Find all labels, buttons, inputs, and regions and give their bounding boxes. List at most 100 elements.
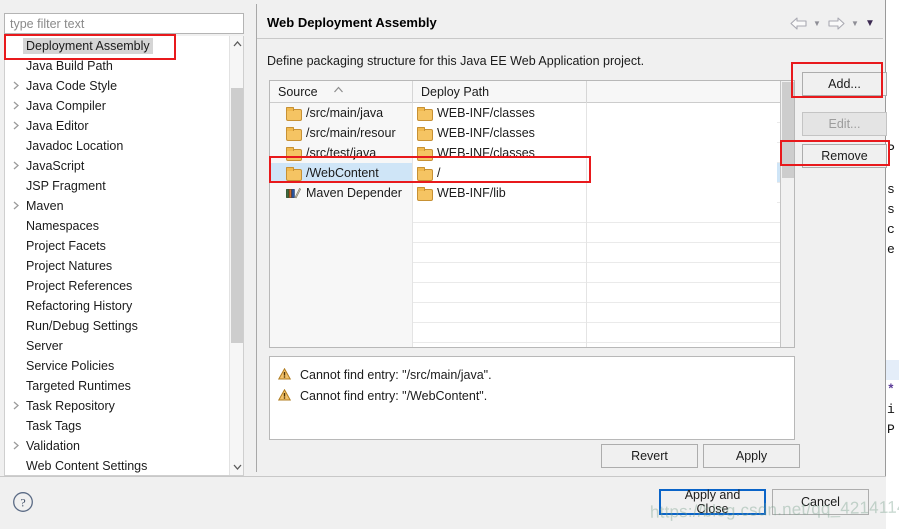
sidebar-item-refactoring-history[interactable]: Refactoring History <box>5 296 231 316</box>
editor-line: s <box>887 182 895 197</box>
sidebar-item-task-repository[interactable]: Task Repository <box>5 396 231 416</box>
folder-icon <box>417 167 433 181</box>
remove-button[interactable]: Remove <box>802 144 887 168</box>
sidebar-item-project-facets[interactable]: Project Facets <box>5 236 231 256</box>
sidebar-item-label: Task Tags <box>26 419 82 433</box>
sidebar-item-jsp-fragment[interactable]: JSP Fragment <box>5 176 231 196</box>
cell-deploy-path <box>413 343 587 347</box>
column-header-source[interactable]: Source <box>270 81 413 103</box>
arrow-back-icon[interactable] <box>788 14 808 32</box>
sidebar-item-service-policies[interactable]: Service Policies <box>5 356 231 376</box>
cell-deploy-path <box>413 303 587 323</box>
table-row-empty[interactable] <box>270 203 794 223</box>
sidebar-item-task-tags[interactable]: Task Tags <box>5 416 231 436</box>
chevron-right-icon[interactable] <box>9 161 23 172</box>
cell-extra <box>587 343 777 347</box>
sidebar-item-label: Validation <box>26 439 80 453</box>
add-button[interactable]: Add... <box>802 72 887 96</box>
sidebar-item-maven[interactable]: Maven <box>5 196 231 216</box>
tree-scrollbar[interactable] <box>229 36 243 475</box>
sidebar-item-java-editor[interactable]: Java Editor <box>5 116 231 136</box>
editor-line: i <box>887 402 895 417</box>
sidebar-item-deployment-assembly[interactable]: Deployment Assembly <box>5 36 231 56</box>
sidebar-item-validation[interactable]: Validation <box>5 436 231 456</box>
cell-extra <box>587 223 777 243</box>
apply-button[interactable]: Apply <box>703 444 800 468</box>
table-row[interactable]: /src/test/java WEB-INF/classes <box>270 143 794 163</box>
editor-line: s <box>887 202 895 217</box>
cell-source-label: /src/main/java <box>306 106 384 120</box>
sidebar-item-java-code-style[interactable]: Java Code Style <box>5 76 231 96</box>
chevron-right-icon[interactable] <box>9 201 23 212</box>
forward-history-caret-down-icon[interactable]: ▼ <box>849 14 861 32</box>
cell-extra <box>587 183 777 203</box>
cell-deploy-path <box>413 243 587 263</box>
deployment-assembly-panel: Web Deployment Assembly ▼ ▼ ▼ Define pac <box>256 4 887 472</box>
chevron-right-icon[interactable] <box>9 441 23 452</box>
cell-deploy-path-label: WEB-INF/lib <box>437 186 506 200</box>
folder-icon <box>417 147 433 161</box>
sidebar-item-java-compiler[interactable]: Java Compiler <box>5 96 231 116</box>
cell-source <box>270 323 413 343</box>
sidebar-item-javadoc-location[interactable]: Javadoc Location <box>5 136 231 156</box>
cell-deploy-path <box>413 203 587 223</box>
filter-input-box[interactable]: type filter text <box>4 13 244 34</box>
column-header-deploy-path[interactable]: Deploy Path <box>413 81 587 103</box>
table-row-empty[interactable] <box>270 323 794 343</box>
table-row-empty[interactable] <box>270 343 794 347</box>
preferences-tree[interactable]: Deployment Assembly Java Build Path Java C… <box>4 36 244 476</box>
editor-line: * <box>887 382 895 397</box>
cell-deploy-path: WEB-INF/classes <box>413 103 587 123</box>
tree-scrollbar-thumb[interactable] <box>231 88 243 343</box>
table-row-empty[interactable] <box>270 263 794 283</box>
revert-button[interactable]: Revert <box>601 444 698 468</box>
table-row[interactable]: Maven Depender WEB-INF/lib <box>270 183 794 203</box>
chevron-right-icon[interactable] <box>9 101 23 112</box>
chevron-right-icon[interactable] <box>9 81 23 92</box>
cell-deploy-path: WEB-INF/classes <box>413 123 587 143</box>
chevron-up-icon[interactable] <box>230 36 243 52</box>
chevron-right-icon[interactable] <box>9 401 23 412</box>
table-scrollbar[interactable] <box>780 81 794 347</box>
sidebar-item-label: Project Natures <box>26 259 113 273</box>
filter-placeholder: type filter text <box>10 16 85 31</box>
sidebar-item-java-build-path[interactable]: Java Build Path <box>5 56 231 76</box>
sidebar-item-label: Run/Debug Settings <box>26 319 138 333</box>
validation-messages: Cannot find entry: "/src/main/java". Can… <box>269 356 795 440</box>
sidebar-item-label: Maven <box>26 199 64 213</box>
sidebar-item-javascript[interactable]: JavaScript <box>5 156 231 176</box>
table-row-empty[interactable] <box>270 303 794 323</box>
sidebar-item-run-debug-settings[interactable]: Run/Debug Settings <box>5 316 231 336</box>
cell-deploy-path-label: WEB-INF/classes <box>437 126 535 140</box>
table-row[interactable]: /src/main/resour WEB-INF/classes <box>270 123 794 143</box>
column-header-extra[interactable] <box>587 81 777 103</box>
sidebar-item-web-content-settings[interactable]: Web Content Settings <box>5 456 231 475</box>
table-row-empty[interactable] <box>270 283 794 303</box>
svg-text:?: ? <box>20 496 25 510</box>
chevron-right-icon[interactable] <box>9 121 23 132</box>
edit-button: Edit... <box>802 112 887 136</box>
table-row-empty[interactable] <box>270 243 794 263</box>
sidebar-item-project-natures[interactable]: Project Natures <box>5 256 231 276</box>
table-row[interactable]: /WebContent / <box>270 163 794 183</box>
table-row-empty[interactable] <box>270 223 794 243</box>
cell-deploy-path: WEB-INF/lib <box>413 183 587 203</box>
arrow-forward-icon[interactable] <box>826 14 846 32</box>
sidebar-item-targeted-runtimes[interactable]: Targeted Runtimes <box>5 376 231 396</box>
sidebar-item-server[interactable]: Server <box>5 336 231 356</box>
folder-icon <box>417 187 433 201</box>
sidebar-item-namespaces[interactable]: Namespaces <box>5 216 231 236</box>
back-history-caret-down-icon[interactable]: ▼ <box>811 14 823 32</box>
panel-navigation: ▼ ▼ ▼ <box>788 14 876 32</box>
table-scrollbar-thumb[interactable] <box>782 82 794 178</box>
assembly-table[interactable]: Source Deploy Path /src/main/java WEB-INF… <box>269 80 795 348</box>
table-row[interactable]: /src/main/java WEB-INF/classes <box>270 103 794 123</box>
help-question-icon[interactable]: ? <box>12 491 34 513</box>
view-menu-caret-down-filled-icon[interactable]: ▼ <box>864 14 876 32</box>
sidebar-item-project-references[interactable]: Project References <box>5 276 231 296</box>
chevron-down-icon[interactable] <box>230 459 243 475</box>
